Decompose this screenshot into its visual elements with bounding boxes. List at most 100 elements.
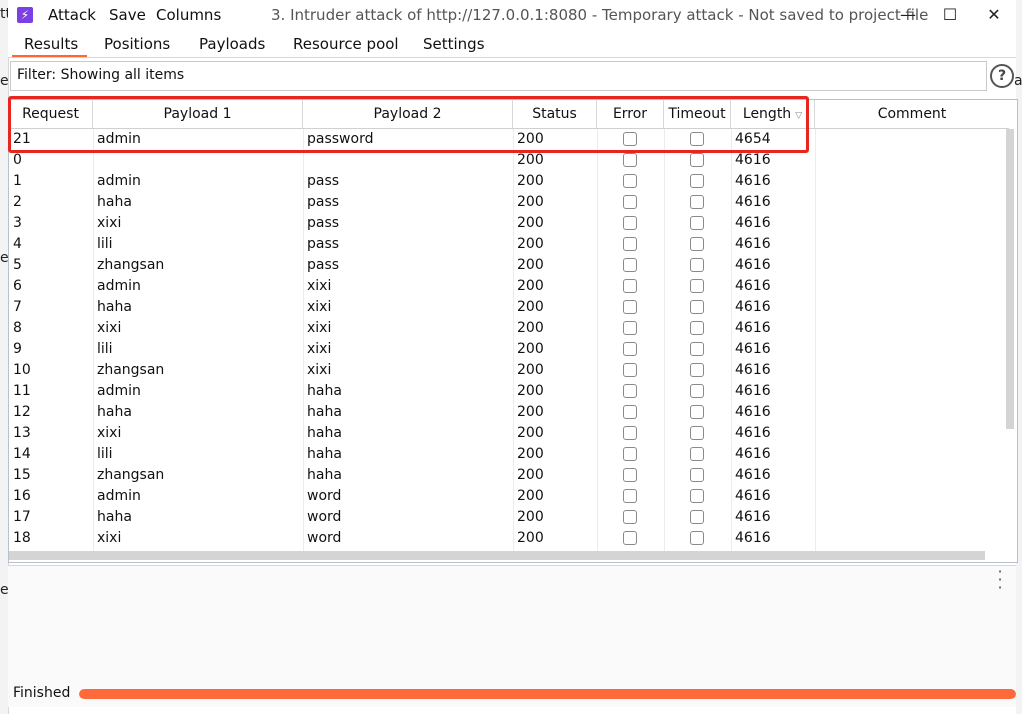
error-checkbox[interactable] [623, 510, 637, 524]
table-row[interactable]: 0 200 4616 [9, 150, 1009, 171]
error-checkbox[interactable] [623, 153, 637, 167]
timeout-checkbox[interactable] [690, 216, 704, 230]
timeout-checkbox[interactable] [690, 153, 704, 167]
column-header-payload-1[interactable]: Payload 1 [93, 100, 303, 128]
column-header-timeout[interactable]: Timeout [664, 100, 731, 128]
timeout-checkbox[interactable] [690, 237, 704, 251]
table-row[interactable]: 6 admin xixi 200 4616 [9, 276, 1009, 297]
filter-text: Filter: Showing all items [17, 67, 185, 83]
error-checkbox[interactable] [623, 468, 637, 482]
table-row[interactable]: 21 admin password 200 4654 [9, 129, 1009, 150]
tab-payloads[interactable]: Payloads [199, 35, 265, 53]
timeout-checkbox[interactable] [690, 363, 704, 377]
cell-payload-2: xixi [307, 299, 332, 315]
timeout-checkbox[interactable] [690, 384, 704, 398]
timeout-checkbox[interactable] [690, 405, 704, 419]
error-checkbox[interactable] [623, 237, 637, 251]
table-row[interactable]: 7 haha xixi 200 4616 [9, 297, 1009, 318]
timeout-checkbox[interactable] [690, 489, 704, 503]
filter-bar[interactable]: Filter: Showing all items [10, 61, 987, 91]
error-checkbox[interactable] [623, 447, 637, 461]
timeout-checkbox[interactable] [690, 426, 704, 440]
menu-save[interactable]: Save [109, 6, 146, 24]
table-row[interactable]: 4 lili pass 200 4616 [9, 234, 1009, 255]
table-row[interactable]: 17 haha word 200 4616 [9, 507, 1009, 528]
cell-request: 7 [13, 299, 22, 315]
column-header-comment[interactable]: Comment [815, 100, 1009, 128]
table-row[interactable]: 13 xixi haha 200 4616 [9, 423, 1009, 444]
timeout-checkbox[interactable] [690, 300, 704, 314]
column-header-request[interactable]: Request [9, 100, 93, 128]
tab-settings[interactable]: Settings [423, 35, 485, 53]
cell-status: 200 [517, 152, 544, 168]
column-header-length[interactable]: Length ▽ [731, 100, 815, 128]
table-row[interactable]: 12 haha haha 200 4616 [9, 402, 1009, 423]
timeout-checkbox[interactable] [690, 510, 704, 524]
table-row[interactable]: 2 haha pass 200 4616 [9, 192, 1009, 213]
vertical-scrollbar-thumb[interactable] [1006, 129, 1014, 429]
more-options-icon[interactable]: · · · [996, 564, 1004, 596]
error-checkbox[interactable] [623, 363, 637, 377]
error-checkbox[interactable] [623, 195, 637, 209]
cell-request: 2 [13, 194, 22, 210]
column-header-error[interactable]: Error [597, 100, 664, 128]
timeout-checkbox[interactable] [690, 468, 704, 482]
table-row[interactable]: 8 xixi xixi 200 4616 [9, 318, 1009, 339]
error-checkbox[interactable] [623, 531, 637, 545]
timeout-checkbox[interactable] [690, 321, 704, 335]
timeout-checkbox[interactable] [690, 531, 704, 545]
maximize-icon[interactable]: ☐ [935, 3, 965, 27]
cell-status: 200 [517, 383, 544, 399]
table-row[interactable]: 10 zhangsan xixi 200 4616 [9, 360, 1009, 381]
table-row[interactable]: 9 lili xixi 200 4616 [9, 339, 1009, 360]
cell-length: 4616 [735, 530, 771, 546]
error-checkbox[interactable] [623, 426, 637, 440]
burp-logo-icon: ⚡ [17, 7, 33, 23]
cell-status: 200 [517, 257, 544, 273]
error-checkbox[interactable] [623, 258, 637, 272]
cell-status: 200 [517, 131, 544, 147]
table-row[interactable]: 3 xixi pass 200 4616 [9, 213, 1009, 234]
column-header-payload-2[interactable]: Payload 2 [303, 100, 513, 128]
error-checkbox[interactable] [623, 300, 637, 314]
error-checkbox[interactable] [623, 174, 637, 188]
timeout-checkbox[interactable] [690, 342, 704, 356]
error-checkbox[interactable] [623, 279, 637, 293]
table-row[interactable]: 11 admin haha 200 4616 [9, 381, 1009, 402]
timeout-checkbox[interactable] [690, 195, 704, 209]
error-checkbox[interactable] [623, 342, 637, 356]
timeout-checkbox[interactable] [690, 279, 704, 293]
timeout-checkbox[interactable] [690, 258, 704, 272]
menu-attack[interactable]: Attack [48, 6, 96, 24]
tab-resource-pool[interactable]: Resource pool [293, 35, 399, 53]
tab-positions[interactable]: Positions [104, 35, 170, 53]
menu-columns[interactable]: Columns [156, 6, 221, 24]
horizontal-scrollbar-thumb[interactable] [9, 551, 985, 560]
minimize-icon[interactable]: — [893, 3, 923, 27]
timeout-checkbox[interactable] [690, 174, 704, 188]
cell-payload-1: lili [97, 341, 113, 357]
timeout-checkbox[interactable] [690, 447, 704, 461]
cell-payload-1: admin [97, 488, 141, 504]
error-checkbox[interactable] [623, 489, 637, 503]
error-checkbox[interactable] [623, 384, 637, 398]
help-icon[interactable]: ? [990, 64, 1014, 88]
cell-length: 4616 [735, 278, 771, 294]
table-row[interactable]: 14 lili haha 200 4616 [9, 444, 1009, 465]
error-checkbox[interactable] [623, 321, 637, 335]
table-row[interactable]: 16 admin word 200 4616 [9, 486, 1009, 507]
cell-request: 5 [13, 257, 22, 273]
table-row[interactable]: 5 zhangsan pass 200 4616 [9, 255, 1009, 276]
table-row[interactable]: 1 admin pass 200 4616 [9, 171, 1009, 192]
cell-payload-2: word [307, 530, 342, 546]
tab-results[interactable]: Results [24, 35, 78, 53]
column-header-status[interactable]: Status [513, 100, 597, 128]
close-icon[interactable]: ✕ [979, 3, 1009, 27]
cell-request: 9 [13, 341, 22, 357]
error-checkbox[interactable] [623, 216, 637, 230]
error-checkbox[interactable] [623, 405, 637, 419]
table-row[interactable]: 15 zhangsan haha 200 4616 [9, 465, 1009, 486]
error-checkbox[interactable] [623, 132, 637, 146]
timeout-checkbox[interactable] [690, 132, 704, 146]
table-row[interactable]: 18 xixi word 200 4616 [9, 528, 1009, 549]
